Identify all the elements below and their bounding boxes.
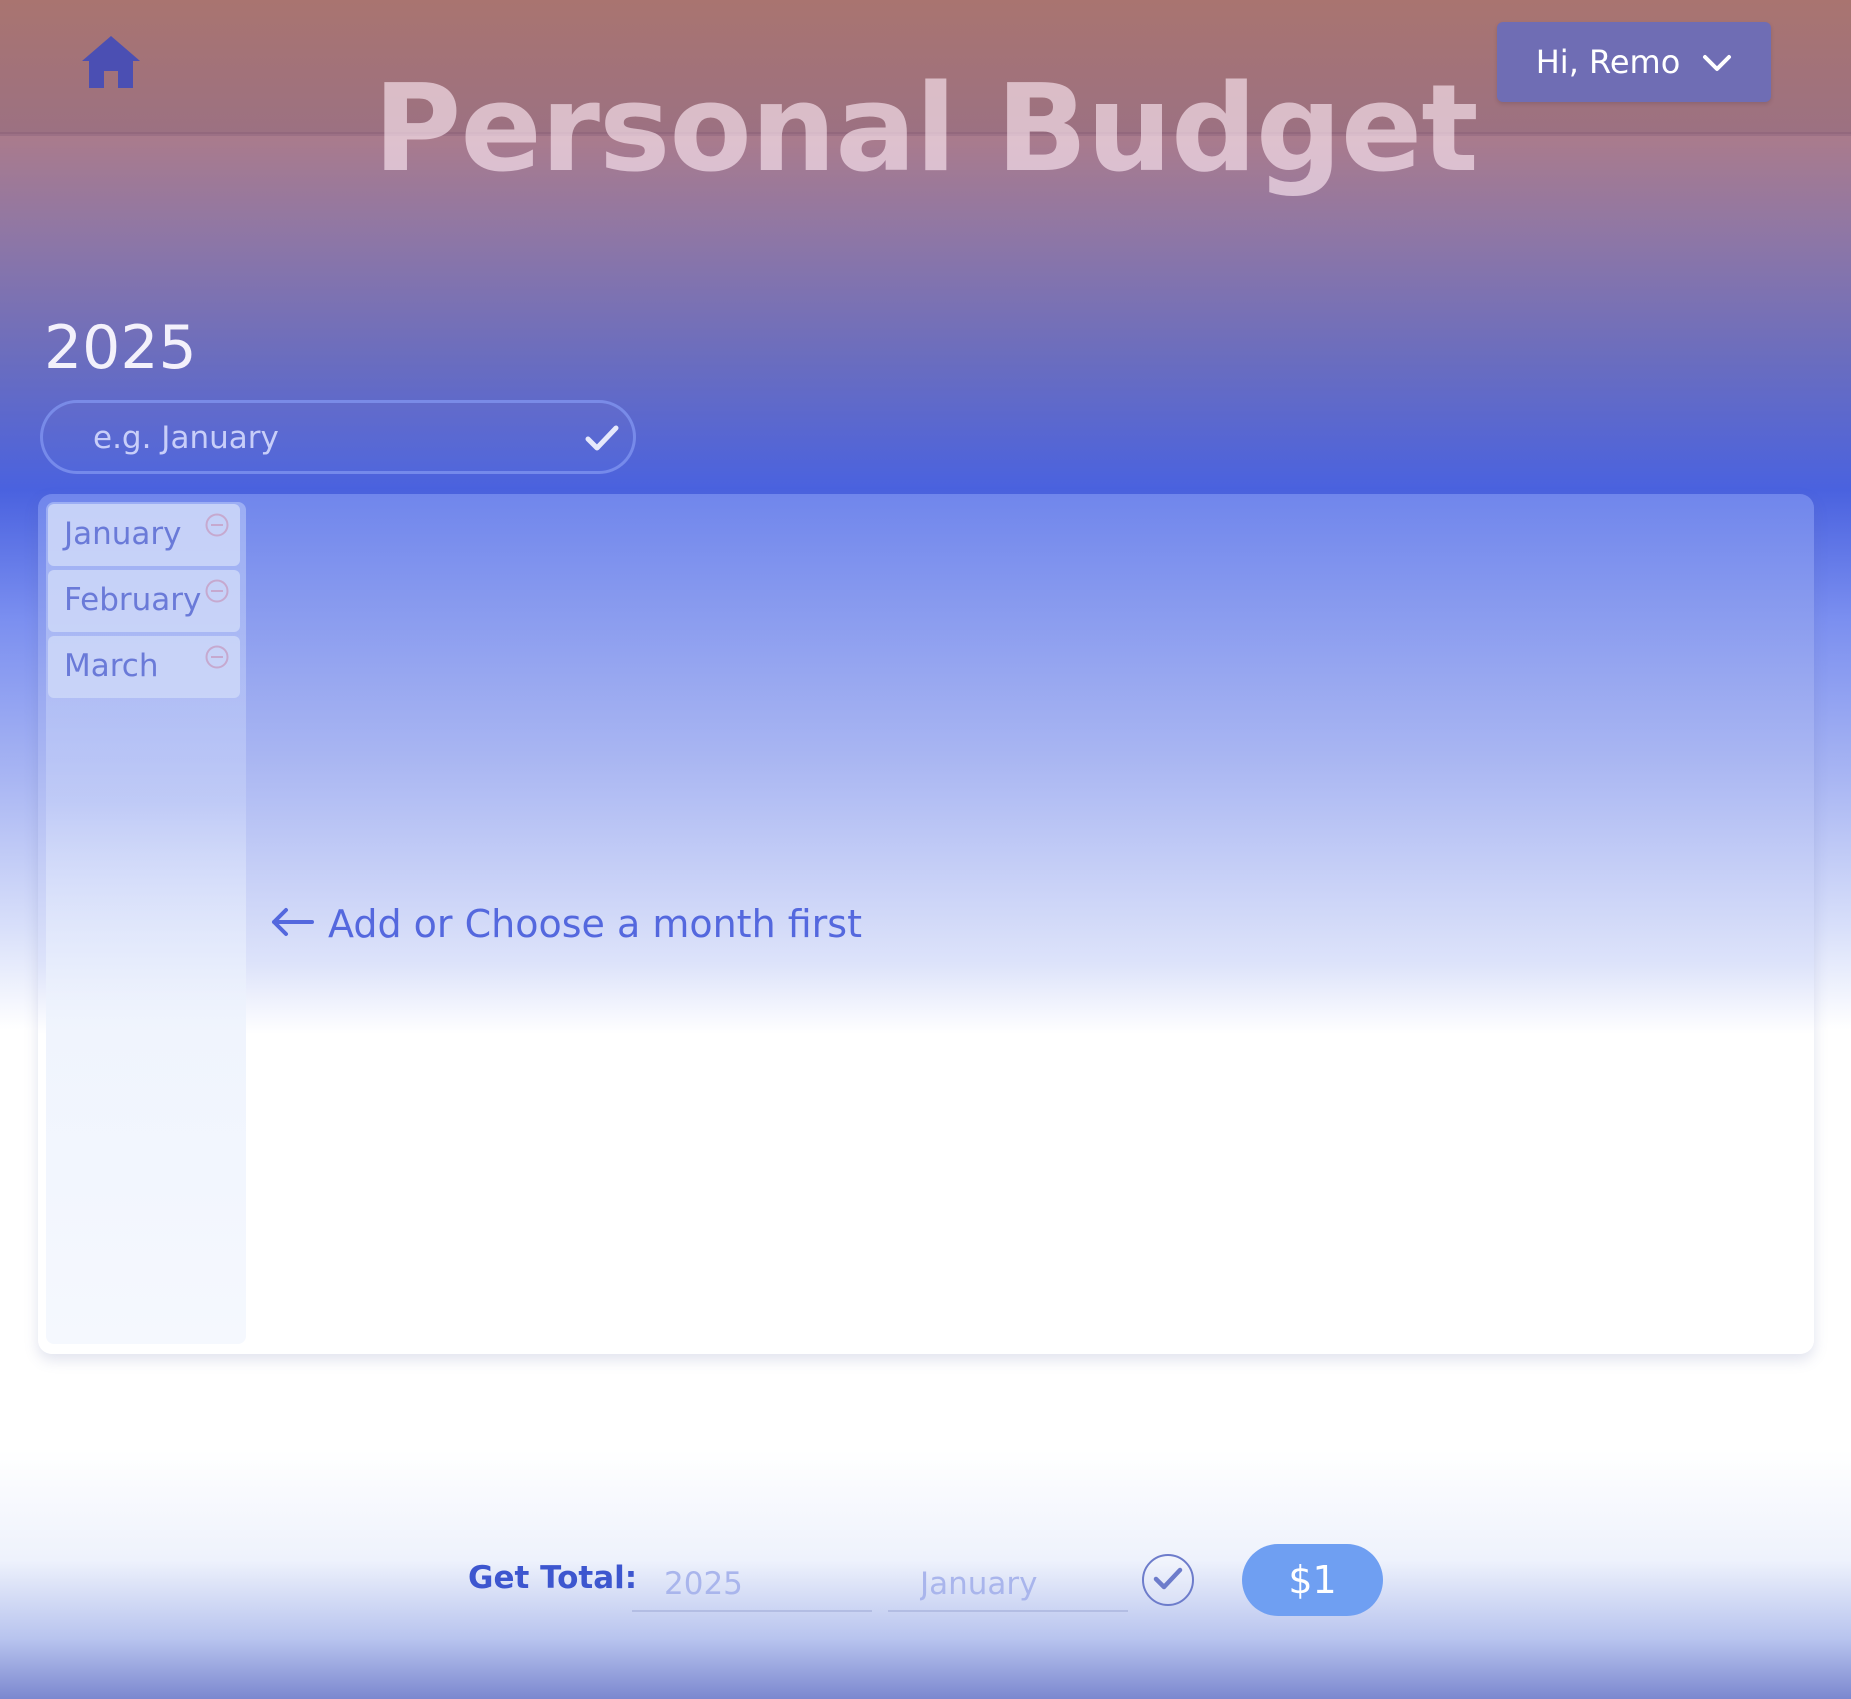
month-label: March	[64, 648, 159, 684]
minus-circle-icon[interactable]	[204, 512, 230, 538]
chevron-down-icon	[1702, 43, 1732, 81]
arrow-left-icon	[270, 902, 314, 946]
get-total-button[interactable]	[1142, 1554, 1194, 1606]
year-heading: 2025	[44, 313, 197, 383]
month-item-february[interactable]: February	[48, 570, 240, 632]
user-menu-button[interactable]: Hi, Remo	[1497, 22, 1771, 102]
minus-circle-icon[interactable]	[204, 578, 230, 604]
get-total-label: Get Total:	[468, 1560, 638, 1596]
total-month-input[interactable]	[888, 1558, 1128, 1612]
check-icon[interactable]	[585, 423, 619, 453]
month-label: January	[64, 516, 182, 552]
total-year-input[interactable]	[632, 1558, 872, 1612]
month-input[interactable]	[91, 415, 555, 461]
month-label: February	[64, 582, 202, 618]
add-month-field	[40, 400, 636, 474]
empty-month-hint: Add or Choose a month first	[270, 902, 862, 946]
month-item-march[interactable]: March	[48, 636, 240, 698]
month-list: January February March	[46, 502, 246, 1344]
user-menu-label: Hi, Remo	[1535, 43, 1681, 81]
month-item-january[interactable]: January	[48, 504, 240, 566]
minus-circle-icon[interactable]	[204, 644, 230, 670]
total-amount-badge: $1	[1242, 1544, 1383, 1616]
empty-hint-text: Add or Choose a month first	[328, 902, 863, 946]
months-panel: January February March Add or Choose a m…	[38, 494, 1814, 1354]
check-circle-icon	[1153, 1566, 1183, 1594]
